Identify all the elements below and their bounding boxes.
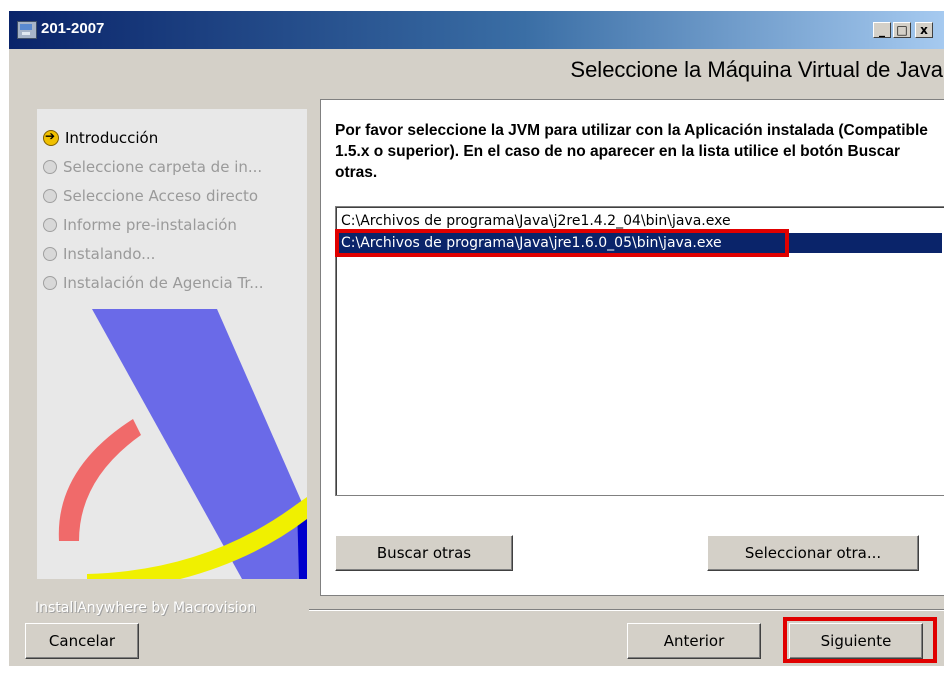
window-title: 201-2007 <box>41 20 105 37</box>
installer-window: 201-2007 _ □ x Seleccione la Máquina Vir… <box>8 10 944 666</box>
page-heading: Seleccione la Máquina Virtual de Java <box>570 57 943 82</box>
step-informe: Informe pre-instalación <box>43 216 237 234</box>
step-label: Seleccione carpeta de in... <box>63 158 263 176</box>
instructions-text: Por favor seleccione la JVM para utiliza… <box>335 122 928 181</box>
maximize-button[interactable]: □ <box>893 22 911 38</box>
pending-step-icon <box>43 218 57 232</box>
step-seleccione-carpeta: Seleccione carpeta de in... <box>43 158 262 176</box>
close-button[interactable]: x <box>915 22 933 38</box>
buscar-otras-button[interactable]: Buscar otras <box>335 535 513 571</box>
step-label: Introducción <box>65 129 159 147</box>
step-seleccione-acceso: Seleccione Acceso directo <box>43 187 258 205</box>
pending-step-icon <box>43 276 57 290</box>
seleccionar-otra-button[interactable]: Seleccionar otra... <box>707 535 919 571</box>
highlight-box-next-button <box>783 617 937 663</box>
back-button[interactable]: Anterior <box>627 623 761 659</box>
logo-red-arc <box>58 419 141 541</box>
pending-step-icon <box>43 160 57 174</box>
title-bar[interactable]: 201-2007 _ □ x <box>9 11 944 49</box>
current-step-arrow-icon <box>43 129 59 146</box>
cancel-button[interactable]: Cancelar <box>25 623 139 659</box>
highlight-box-selected-jvm <box>335 229 789 257</box>
installer-app-icon <box>17 21 37 39</box>
step-label: Instalando... <box>63 245 156 263</box>
step-label: Instalación de Agencia Tr... <box>63 274 264 292</box>
agency-logo <box>58 309 307 579</box>
step-instalando: Instalando... <box>43 245 155 263</box>
step-introduccion: Introducción <box>43 129 158 147</box>
installer-brand-label: InstallAnywhere by Macrovision <box>35 600 257 616</box>
minimize-button[interactable]: _ <box>873 22 891 38</box>
step-instalacion-agencia: Instalación de Agencia Tr... <box>43 274 264 292</box>
steps-panel: Introducción Seleccione carpeta de in...… <box>37 109 307 579</box>
footer-divider <box>309 609 944 611</box>
step-label: Informe pre-instalación <box>63 216 237 234</box>
pending-step-icon <box>43 189 57 203</box>
step-label: Seleccione Acceso directo <box>63 187 259 205</box>
pending-step-icon <box>43 247 57 261</box>
jvm-list-item[interactable]: C:\Archivos de programa\Java\j2re1.4.2_0… <box>338 211 942 231</box>
content-panel: Por favor seleccione la JVM para utiliza… <box>320 99 944 596</box>
